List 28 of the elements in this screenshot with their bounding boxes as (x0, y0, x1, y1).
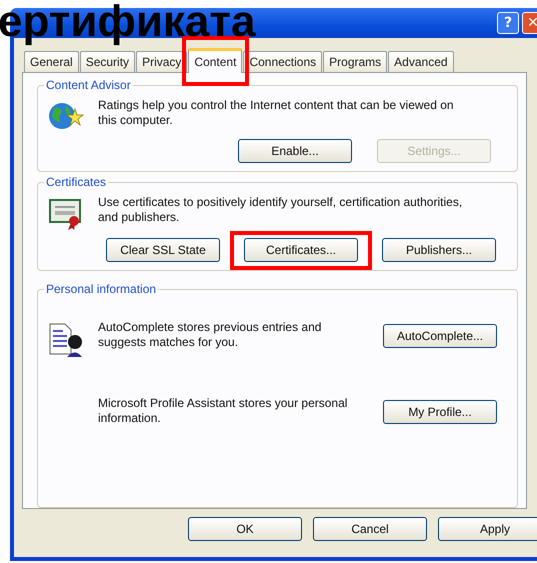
profile-document-icon (49, 322, 83, 358)
description-text: Microsoft Profile Assistant stores your personal information. (98, 396, 348, 426)
group-title: Personal information (44, 282, 158, 296)
action-button[interactable]: AutoComplete... (383, 324, 497, 348)
tab[interactable]: Advanced (388, 51, 454, 72)
group-title: Content Advisor (44, 78, 133, 92)
action-button[interactable]: Enable... (238, 139, 352, 163)
action-button[interactable]: Publishers... (382, 238, 496, 262)
dialog-button[interactable]: OK (188, 517, 302, 541)
tab[interactable]: Privacy (136, 51, 188, 72)
tab[interactable]: General (24, 51, 79, 72)
action-button[interactable]: Clear SSL State (106, 238, 220, 262)
group-title: Certificates (44, 175, 108, 189)
dialog-button[interactable]: Cancel (313, 517, 427, 541)
close-button[interactable]: ✕ (522, 12, 537, 34)
description-text: Ratings help you control the Internet content that can be viewed on this computer. (98, 98, 455, 128)
globe-star-icon (48, 100, 84, 132)
certificate-icon (49, 197, 83, 231)
action-button[interactable]: Certificates... (244, 238, 358, 262)
tab[interactable]: Security (80, 51, 136, 72)
tab[interactable]: Content (188, 48, 242, 73)
description-text: Use certificates to positively identify yourself, certification authorities, and publishers. (98, 195, 464, 225)
tab[interactable]: Programs (323, 51, 388, 72)
tab[interactable]: Connections (243, 51, 322, 72)
help-button[interactable]: ? (497, 12, 519, 34)
action-button[interactable]: My Profile... (383, 400, 497, 424)
description-text: AutoComplete stores previous entries and suggests matches for you. (98, 320, 322, 350)
dialog-button[interactable]: Apply (438, 517, 537, 541)
